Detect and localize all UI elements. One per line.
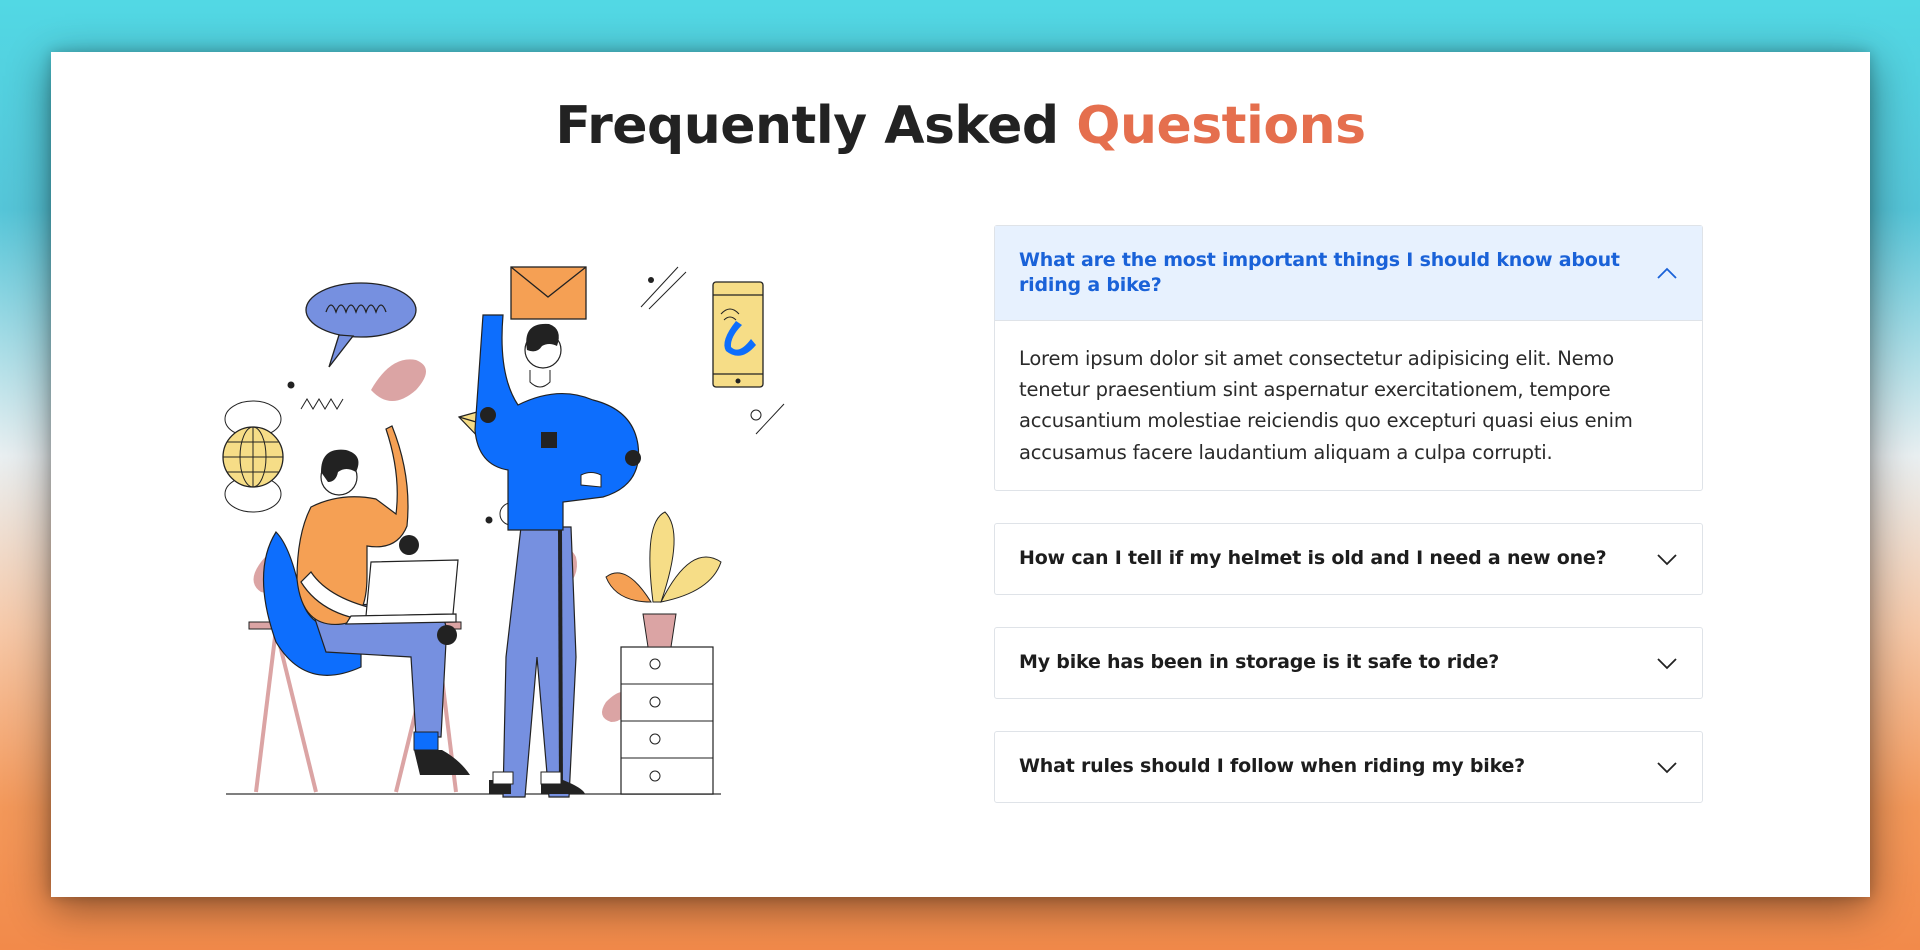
- faq-question-1[interactable]: What are the most important things I sho…: [995, 226, 1702, 321]
- faq-question-3[interactable]: My bike has been in storage is it safe t…: [995, 628, 1702, 698]
- title-accent: Questions: [1076, 96, 1366, 156]
- chevron-up-icon[interactable]: [1656, 266, 1678, 280]
- chevron-down-icon[interactable]: [1656, 760, 1678, 774]
- faq-item-3: My bike has been in storage is it safe t…: [994, 626, 1703, 699]
- faq-item-1: What are the most important things I sho…: [994, 225, 1703, 491]
- plant-icon: [605, 511, 722, 648]
- envelope-icon: [510, 266, 587, 320]
- faq-card: Frequently Asked Questions What are the …: [51, 52, 1870, 897]
- title-main: Frequently Asked: [555, 96, 1059, 156]
- globe-icon: [222, 400, 284, 513]
- drawer-cabinet: [620, 646, 714, 795]
- faq-answer-1: Lorem ipsum dolor sit amet consectetur a…: [1019, 347, 1633, 464]
- faq-item-2: How can I tell if my helmet is old and I…: [994, 522, 1703, 595]
- faq-question-2[interactable]: How can I tell if my helmet is old and I…: [995, 524, 1702, 594]
- chevron-down-icon[interactable]: [1656, 656, 1678, 670]
- speech-bubble-icon: [305, 282, 417, 368]
- page-title: Frequently Asked Questions: [51, 96, 1870, 156]
- faq-question-4[interactable]: What rules should I follow when riding m…: [995, 732, 1702, 802]
- faq-accordion: What are the most important things I sho…: [994, 225, 1703, 835]
- faq-question-text: How can I tell if my helmet is old and I…: [1019, 547, 1607, 570]
- faq-item-4: What rules should I follow when riding m…: [994, 730, 1703, 803]
- phone-icon: [712, 281, 764, 388]
- faq-illustration: [221, 202, 801, 812]
- faq-question-text: What are the most important things I sho…: [1019, 248, 1620, 296]
- faq-question-text: What rules should I follow when riding m…: [1019, 755, 1526, 778]
- faq-question-text: My bike has been in storage is it safe t…: [1019, 651, 1500, 674]
- chevron-down-icon[interactable]: [1656, 552, 1678, 566]
